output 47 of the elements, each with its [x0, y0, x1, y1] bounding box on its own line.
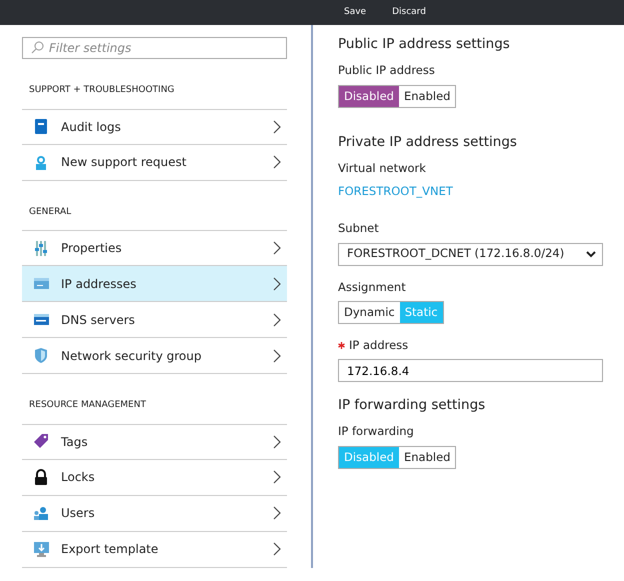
chevron-right-icon: [273, 542, 281, 556]
chevron-right-icon: [273, 120, 281, 134]
section-heading: GENERAL: [28, 206, 72, 218]
discard-button[interactable]: Discard: [392, 0, 426, 25]
sidebar-item[interactable]: IP addresses: [22, 266, 287, 302]
sidebar-item[interactable]: Export template: [22, 532, 287, 568]
sidebar-item[interactable]: Network security group: [22, 338, 287, 374]
chevron-right-icon: [273, 241, 281, 255]
field-label: IP address: [338, 336, 615, 354]
save-button[interactable]: Save: [344, 0, 366, 25]
section-heading: SUPPORT + TROUBLESHOOTING: [28, 84, 176, 97]
chevron-down-icon: [586, 250, 596, 258]
chevron-right-icon: [273, 155, 281, 169]
field-label: Assignment: [338, 278, 407, 296]
book-icon: [33, 118, 50, 135]
chevron-right-icon: [273, 506, 281, 520]
ip-address-field[interactable]: 172.16.8.4: [338, 359, 603, 382]
lock-icon: [33, 468, 50, 486]
sidebar-item[interactable]: Users: [22, 496, 287, 532]
sidebar-item[interactable]: DNS servers: [22, 302, 287, 338]
chevron-right-icon: [273, 276, 281, 290]
users-icon: [33, 504, 50, 522]
sidebar-item[interactable]: Tags: [22, 424, 287, 460]
sidebar-item[interactable]: New support request: [22, 144, 287, 180]
field-label: Subnet: [338, 220, 380, 238]
window-icon: [33, 311, 50, 328]
window-icon: [33, 275, 50, 292]
field-label: Virtual network: [338, 160, 427, 177]
sidebar-item[interactable]: Locks: [22, 460, 287, 496]
field-label: Public IP address: [338, 62, 436, 80]
chevron-right-icon: [273, 312, 281, 326]
monitor-download-icon: [33, 540, 50, 558]
search-field[interactable]: Filter settings: [22, 37, 287, 59]
chevron-right-icon: [273, 348, 281, 362]
toggle-option[interactable]: Disabled: [339, 86, 399, 106]
tag-icon: [33, 433, 50, 450]
field-label: IP forwarding: [338, 423, 415, 440]
section-heading: RESOURCE MANAGEMENT: [28, 399, 147, 412]
subnet-dropdown[interactable]: FORESTROOT_DCNET (172.16.8.0/24): [338, 242, 603, 266]
section-heading: Public IP address settings: [338, 35, 511, 54]
section-heading: Private IP address settings: [338, 132, 518, 152]
section-heading: IP forwarding settings: [338, 396, 486, 415]
sidebar-item[interactable]: Audit logs: [22, 108, 287, 144]
shield-icon: [33, 347, 50, 364]
chevron-right-icon: [273, 470, 281, 484]
chevron-right-icon: [273, 434, 281, 448]
sliders-icon: [33, 240, 50, 256]
